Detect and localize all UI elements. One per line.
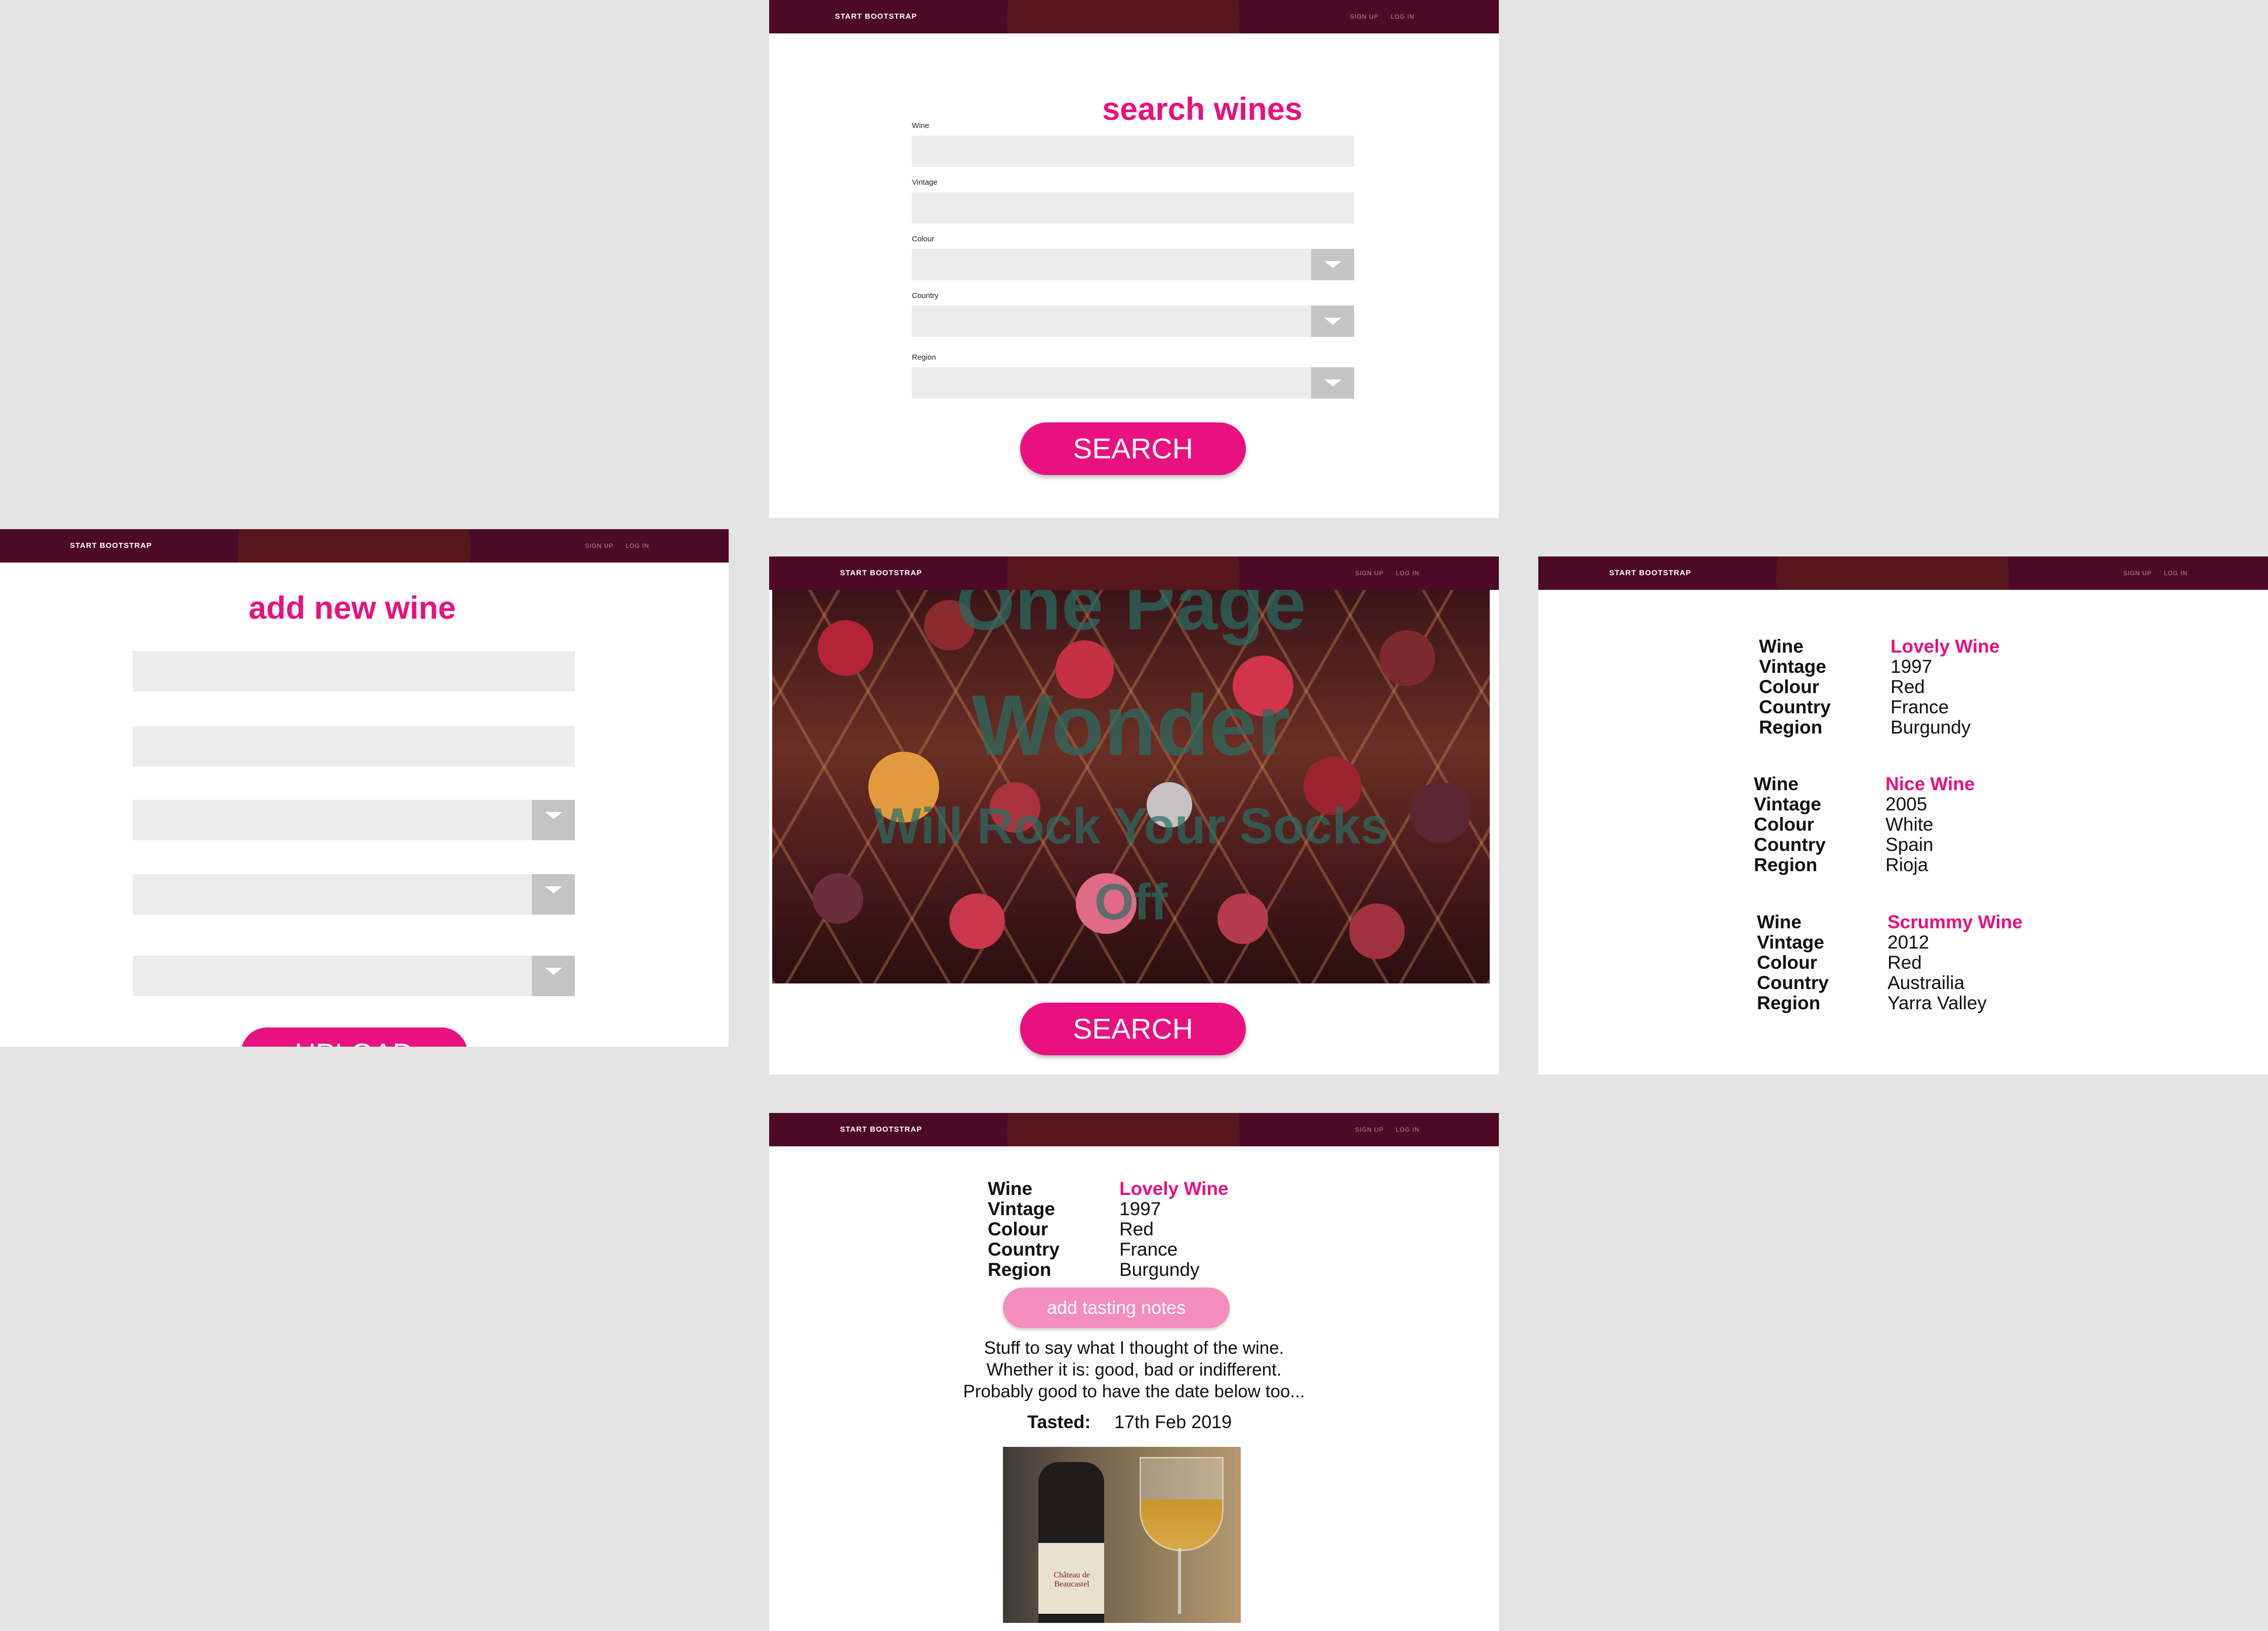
navbar: START BOOTSTRAP SIGN UP LOG IN [1538, 556, 2268, 590]
navbar: START BOOTSTRAP SIGN UP LOG IN [769, 0, 1499, 33]
nav-links: SIGN UP LOG IN [2123, 570, 2200, 577]
hero-panel: START BOOTSTRAP SIGN UP LOG IN One Page W… [769, 556, 1499, 1075]
brand-link[interactable]: START BOOTSTRAP [840, 1125, 922, 1134]
login-link[interactable]: LOG IN [625, 542, 649, 549]
brand-link[interactable]: START BOOTSTRAP [1609, 569, 1691, 577]
login-link[interactable]: LOG IN [1391, 13, 1414, 20]
colour-select[interactable] [133, 800, 575, 840]
chevron-down-icon[interactable] [1311, 249, 1354, 280]
add-tasting-notes-button[interactable]: add tasting notes [1003, 1287, 1230, 1328]
region-label: Region [912, 353, 936, 362]
search-wines-panel: START BOOTSTRAP SIGN UP LOG IN search win… [769, 0, 1499, 518]
nav-links: SIGN UP LOG IN [585, 542, 661, 549]
page-title: add new wine [248, 590, 456, 626]
result-2-values: Nice Wine 2005 White Spain Rioja [1885, 774, 1975, 875]
chevron-down-icon[interactable] [1311, 306, 1354, 337]
signup-link[interactable]: SIGN UP [2123, 570, 2152, 577]
navbar: START BOOTSTRAP SIGN UP LOG IN [769, 1113, 1499, 1146]
login-link[interactable]: LOG IN [2164, 570, 2188, 577]
region-select[interactable] [912, 367, 1354, 399]
login-link[interactable]: LOG IN [1396, 1126, 1419, 1133]
signup-link[interactable]: SIGN UP [1355, 570, 1383, 577]
vintage-input[interactable] [912, 192, 1354, 224]
chevron-down-icon[interactable] [1311, 367, 1354, 399]
result-3-values: Scrummy Wine 2012 Red Austrailia Yarra V… [1887, 912, 2023, 1013]
result-2-labels: Wine Vintage Colour Country Region [1754, 774, 1826, 875]
add-wine-panel: START BOOTSTRAP SIGN UP LOG IN add new wi… [0, 529, 729, 1047]
brand-link[interactable]: START BOOTSTRAP [840, 569, 922, 577]
navbar: START BOOTSTRAP SIGN UP LOG IN [769, 556, 1499, 590]
chevron-down-icon[interactable] [532, 956, 575, 996]
login-link[interactable]: LOG IN [1396, 570, 1419, 577]
region-select[interactable] [133, 956, 575, 996]
brand-link[interactable]: START BOOTSTRAP [835, 12, 917, 21]
result-1-values: Lovely Wine 1997 Red France Burgundy [1891, 636, 2000, 738]
colour-label: Colour [912, 235, 935, 243]
country-select[interactable] [912, 306, 1354, 337]
results-panel: START BOOTSTRAP SIGN UP LOG IN Wine Vinta… [1538, 556, 2268, 1075]
colour-select[interactable] [912, 249, 1354, 280]
signup-link[interactable]: SIGN UP [585, 542, 613, 549]
wine-name-link[interactable]: Lovely Wine [1891, 636, 2000, 657]
wine-input[interactable] [133, 651, 575, 692]
hero-subheading-1: Will Rock Your Socks [873, 798, 1389, 854]
wine-name-link[interactable]: Nice Wine [1885, 774, 1975, 794]
wine-detail-panel: START BOOTSTRAP SIGN UP LOG IN Wine Vinta… [769, 1113, 1499, 1631]
result-3-labels: Wine Vintage Colour Country Region [1757, 912, 1829, 1013]
navbar: START BOOTSTRAP SIGN UP LOG IN [0, 529, 729, 563]
upload-button[interactable]: UPLOAD [241, 1027, 468, 1047]
tasting-notes: Stuff to say what I thought of the wine.… [963, 1338, 1305, 1401]
page-title: search wines [1102, 92, 1303, 127]
wine-label: Wine [912, 121, 930, 130]
detail-labels: Wine Vintage Colour Country Region [988, 1178, 1060, 1280]
wine-input[interactable] [912, 136, 1354, 167]
tasted-label: Tasted: [1027, 1411, 1091, 1432]
wine-name-link[interactable]: Scrummy Wine [1887, 912, 2023, 932]
hero-heading-1: One Page [956, 590, 1306, 646]
result-1-labels: Wine Vintage Colour Country Region [1759, 636, 1831, 738]
vintage-input[interactable] [133, 726, 575, 766]
search-button[interactable]: SEARCH [1020, 422, 1246, 475]
wine-photo: Château de Beaucastel [1003, 1447, 1241, 1623]
nav-links: SIGN UP LOG IN [1355, 1126, 1432, 1133]
signup-link[interactable]: SIGN UP [1350, 13, 1378, 20]
vintage-label: Vintage [912, 178, 938, 187]
hero-subheading-2: Off [1094, 874, 1168, 930]
chevron-down-icon[interactable] [532, 800, 575, 840]
country-label: Country [912, 291, 939, 300]
wine-name: Lovely Wine [1119, 1178, 1229, 1199]
country-select[interactable] [133, 874, 575, 915]
chevron-down-icon[interactable] [532, 874, 575, 915]
nav-links: SIGN UP LOG IN [1355, 570, 1432, 577]
signup-link[interactable]: SIGN UP [1355, 1126, 1383, 1133]
hero-heading-2: Wonder [972, 677, 1290, 774]
detail-values: Lovely Wine 1997 Red France Burgundy [1119, 1178, 1229, 1280]
nav-links: SIGN UP LOG IN [1350, 13, 1426, 20]
brand-link[interactable]: START BOOTSTRAP [70, 541, 152, 550]
tasted-date: 17th Feb 2019 [1114, 1411, 1232, 1432]
hero-image: One Page Wonder Will Rock Your Socks Off [772, 590, 1490, 983]
wine-label-text: Château de Beaucastel [1054, 1571, 1090, 1589]
search-button[interactable]: SEARCH [1020, 1003, 1246, 1055]
